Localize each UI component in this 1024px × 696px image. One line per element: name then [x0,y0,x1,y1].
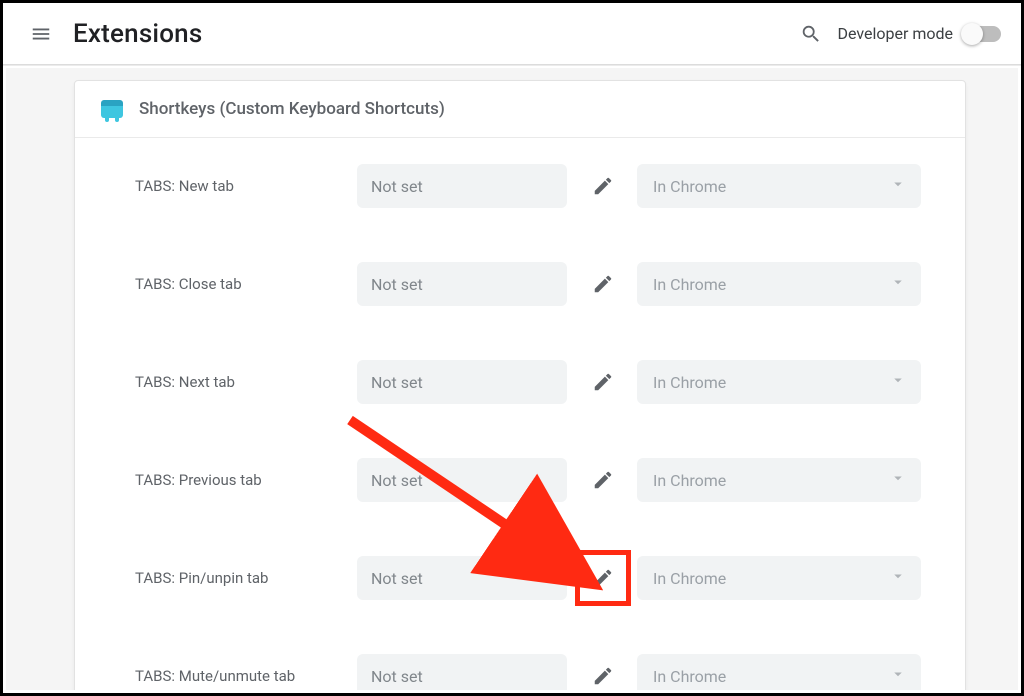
shortcut-input[interactable]: Not set [357,654,567,690]
scope-label: In Chrome [653,177,726,196]
scope-label: In Chrome [653,667,726,686]
shortcut-input[interactable]: Not set [357,458,567,502]
shortcut-input[interactable]: Not set [357,164,567,208]
search-icon [800,23,822,45]
action-label: TABS: Previous tab [135,471,357,489]
menu-icon [30,23,52,45]
edit-shortcut-button[interactable] [581,458,625,502]
pencil-icon [592,371,614,393]
action-label: TABS: Next tab [135,373,357,391]
developer-mode-label: Developer mode [837,24,953,43]
action-label: TABS: Close tab [135,275,357,293]
pencil-icon [592,665,614,687]
scope-select[interactable]: In Chrome [637,360,921,404]
shortcut-input[interactable]: Not set [357,262,567,306]
chevron-down-icon [889,665,907,687]
scope-select[interactable]: In Chrome [637,164,921,208]
page-title: Extensions [73,19,202,49]
edit-shortcut-button[interactable] [581,360,625,404]
edit-shortcut-button[interactable] [581,654,625,690]
toolbar: Extensions Developer mode [3,3,1021,65]
edit-shortcut-button[interactable] [581,164,625,208]
action-label: TABS: Mute/unmute tab [135,667,357,685]
pencil-icon [592,567,614,589]
shortcut-row: TABS: New tabNot set In Chrome [135,164,941,208]
shortcut-rows: TABS: New tabNot setIn ChromeTABS: Close… [75,138,965,690]
scope-label: In Chrome [653,275,726,294]
scope-select[interactable]: In Chrome [637,458,921,502]
shortcut-input[interactable]: Not set [357,556,567,600]
search-button[interactable] [791,23,831,45]
pencil-icon [592,273,614,295]
menu-button[interactable] [27,23,55,45]
shortcut-row: TABS: Previous tabNot set In Chrome [135,458,941,502]
chevron-down-icon [889,567,907,589]
shortcut-row: TABS: Next tabNot set In Chrome [135,360,941,404]
scope-label: In Chrome [653,471,726,490]
scope-select[interactable]: In Chrome [637,556,921,600]
chevron-down-icon [889,469,907,491]
action-label: TABS: Pin/unpin tab [135,569,357,587]
card-header: Shortkeys (Custom Keyboard Shortcuts) [75,81,965,138]
edit-shortcut-button[interactable] [581,556,625,600]
shortcut-row: TABS: Mute/unmute tabNot set In Chrome [135,654,941,690]
chevron-down-icon [889,175,907,197]
pencil-icon [592,469,614,491]
extension-icon [101,100,123,118]
edit-shortcut-button[interactable] [581,262,625,306]
extension-name: Shortkeys (Custom Keyboard Shortcuts) [139,99,445,119]
action-label: TABS: New tab [135,177,357,195]
scope-select[interactable]: In Chrome [637,654,921,690]
extension-card: Shortkeys (Custom Keyboard Shortcuts) TA… [74,80,966,690]
pencil-icon [592,175,614,197]
toggle-knob [961,23,983,45]
page-body: Shortkeys (Custom Keyboard Shortcuts) TA… [6,68,1018,690]
shortcut-input[interactable]: Not set [357,360,567,404]
shortcut-row: TABS: Close tabNot set In Chrome [135,262,941,306]
scope-label: In Chrome [653,373,726,392]
scope-label: In Chrome [653,569,726,588]
shortcut-row: TABS: Pin/unpin tabNot set In Chrome [135,556,941,600]
scope-select[interactable]: In Chrome [637,262,921,306]
developer-mode-toggle[interactable] [963,26,1001,42]
chevron-down-icon [889,273,907,295]
chevron-down-icon [889,371,907,393]
